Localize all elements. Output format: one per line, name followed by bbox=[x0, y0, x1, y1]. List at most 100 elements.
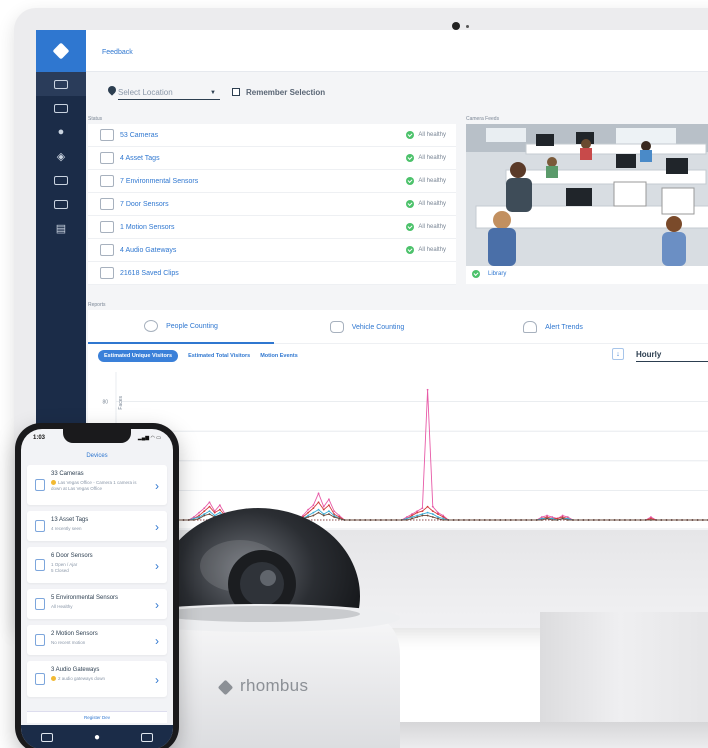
vehicle-counting-icon bbox=[329, 321, 344, 333]
mobile-app-screen: 1:03 ▂▄▆ ◠ ▭ Devices 33 Cameras Las Vegas… bbox=[21, 429, 173, 748]
mobile-phone: 1:03 ▂▄▆ ◠ ▭ Devices 33 Cameras Las Vegas… bbox=[15, 423, 179, 748]
data-point bbox=[608, 519, 611, 521]
clips-icon bbox=[54, 199, 68, 209]
data-point bbox=[587, 519, 590, 521]
data-point bbox=[603, 519, 606, 521]
camera-feed-caption[interactable]: Library bbox=[472, 270, 506, 278]
device-card-subtitle: 2 audio gateways down bbox=[51, 676, 147, 682]
data-point bbox=[681, 519, 683, 521]
tab-alert-trends[interactable]: Alert Trends bbox=[460, 310, 646, 344]
status-row-label[interactable]: 4 Asset Tags bbox=[120, 155, 160, 162]
data-point bbox=[437, 517, 439, 520]
environmental-sensor-icon bbox=[35, 598, 45, 610]
phone-status-icons: ▂▄▆ ◠ ▭ bbox=[137, 435, 161, 441]
sidebar-item-vehicles[interactable] bbox=[36, 96, 86, 120]
status-ok-icon bbox=[406, 177, 415, 185]
status-row-label[interactable]: 53 Cameras bbox=[120, 132, 158, 139]
device-card-subtitle-text: All Healthy bbox=[51, 604, 73, 609]
bell-icon bbox=[523, 321, 538, 333]
interval-select[interactable]: Hourly ▼ bbox=[636, 350, 708, 362]
device-card-subtitle-text: Las Vegas Office - Camera 1 camera is do… bbox=[51, 480, 137, 491]
sidebar-item-grid[interactable] bbox=[36, 168, 86, 192]
status-health: All healthy bbox=[406, 223, 446, 231]
status-health: All healthy bbox=[406, 177, 446, 185]
camera-feed-name: Library bbox=[488, 271, 507, 277]
camera-icon bbox=[54, 79, 68, 89]
warning-icon bbox=[51, 676, 56, 682]
sidebar-item-cameras[interactable] bbox=[36, 72, 86, 96]
door-sensor-icon bbox=[35, 559, 45, 571]
asset-tag-icon bbox=[100, 152, 114, 164]
data-point bbox=[483, 519, 486, 521]
filter-unique-visitors[interactable]: Estimated Unique Visitors bbox=[98, 350, 179, 362]
status-row-label[interactable]: 4 Audio Gateways bbox=[120, 247, 176, 254]
data-point bbox=[452, 519, 455, 521]
data-point bbox=[431, 513, 434, 515]
top-bar: Feedback bbox=[86, 30, 708, 72]
status-row[interactable]: 4 Asset Tags All healthy bbox=[88, 147, 456, 170]
status-ok-icon bbox=[406, 246, 415, 254]
tab-vehicle-counting[interactable]: Vehicle Counting bbox=[274, 310, 460, 344]
data-point bbox=[494, 519, 497, 521]
data-point bbox=[551, 519, 554, 521]
status-row[interactable]: 53 Cameras All healthy bbox=[88, 124, 456, 147]
status-row-label[interactable]: 1 Motion Sensors bbox=[120, 224, 174, 231]
status-row-label[interactable]: 7 Environmental Sensors bbox=[120, 178, 198, 185]
sidebar-item-clips[interactable] bbox=[36, 192, 86, 216]
remember-selection-label: Remember Selection bbox=[246, 88, 326, 97]
remember-selection-checkbox[interactable] bbox=[232, 88, 240, 96]
data-point bbox=[598, 519, 600, 521]
tab-camera-icon[interactable] bbox=[41, 732, 54, 742]
register-device-button[interactable]: Register Dev bbox=[27, 711, 167, 723]
status-row-label[interactable]: 7 Door Sensors bbox=[120, 201, 169, 208]
data-point bbox=[514, 519, 517, 521]
status-row[interactable]: 4 Audio Gateways All healthy bbox=[88, 239, 456, 262]
device-card[interactable]: 6 Door Sensors 1 Open / Ajar 5 Closed › bbox=[27, 547, 167, 583]
tab-location-icon[interactable]: ● bbox=[94, 732, 100, 743]
device-card[interactable]: 33 Cameras Las Vegas Office - Camera 1 ca… bbox=[27, 465, 167, 505]
mobile-tab-bar: ● bbox=[21, 725, 173, 748]
app-logo[interactable] bbox=[36, 30, 86, 72]
camera-feeds-heading: Camera Feeds bbox=[466, 116, 500, 122]
feedback-link[interactable]: Feedback bbox=[102, 49, 133, 56]
filter-motion-events[interactable]: Motion Events bbox=[260, 353, 298, 359]
status-health: All healthy bbox=[406, 131, 446, 139]
download-icon[interactable]: ↓ bbox=[612, 348, 624, 360]
location-pin-icon bbox=[106, 84, 118, 96]
interval-value: Hourly bbox=[636, 350, 662, 359]
status-row[interactable]: 7 Environmental Sensors All healthy bbox=[88, 170, 456, 193]
data-point bbox=[437, 513, 439, 515]
data-point bbox=[582, 519, 585, 521]
data-point bbox=[431, 516, 434, 518]
device-card[interactable]: 3 Audio Gateways 2 audio gateways down › bbox=[27, 661, 167, 697]
phone-time: 1:03 bbox=[33, 435, 46, 441]
device-card[interactable]: 2 Motion Sensors No recent motion › bbox=[27, 625, 167, 655]
status-row[interactable]: 1 Motion Sensors All healthy bbox=[88, 216, 456, 239]
camera-feed-thumbnail[interactable] bbox=[466, 124, 708, 266]
status-ok-icon bbox=[472, 270, 480, 278]
audio-gateway-icon bbox=[100, 244, 114, 256]
filter-total-visitors[interactable]: Estimated Total Visitors bbox=[188, 353, 250, 359]
device-card[interactable]: 13 Asset Tags 4 recently seen › bbox=[27, 511, 167, 541]
sidebar-item-documents[interactable]: ▤ bbox=[36, 216, 86, 240]
report-tabs: People Counting Vehicle Counting Alert T… bbox=[88, 310, 708, 344]
data-point bbox=[665, 519, 668, 521]
tab-people-counting[interactable]: People Counting bbox=[88, 310, 274, 344]
data-point bbox=[639, 519, 642, 521]
tab-grid-icon[interactable] bbox=[140, 732, 153, 742]
status-row-label[interactable]: 21618 Saved Clips bbox=[120, 270, 179, 277]
chevron-right-icon: › bbox=[155, 479, 159, 493]
camera-feed-card[interactable]: Library bbox=[466, 124, 708, 284]
data-point bbox=[442, 519, 445, 521]
data-point bbox=[613, 519, 616, 521]
location-select[interactable]: Select Location ▼ bbox=[118, 88, 220, 100]
sidebar-item-map[interactable]: ◈ bbox=[36, 144, 86, 168]
status-health-text: All healthy bbox=[418, 247, 446, 253]
location-pin-icon: ● bbox=[57, 126, 65, 138]
status-row[interactable]: 7 Door Sensors All healthy bbox=[88, 193, 456, 216]
reports-card: People Counting Vehicle Counting Alert T… bbox=[88, 310, 708, 528]
device-card[interactable]: 5 Environmental Sensors All Healthy › bbox=[27, 589, 167, 619]
sidebar-item-locations[interactable]: ● bbox=[36, 120, 86, 144]
status-row[interactable]: 21618 Saved Clips bbox=[88, 262, 456, 285]
data-point bbox=[489, 519, 491, 521]
